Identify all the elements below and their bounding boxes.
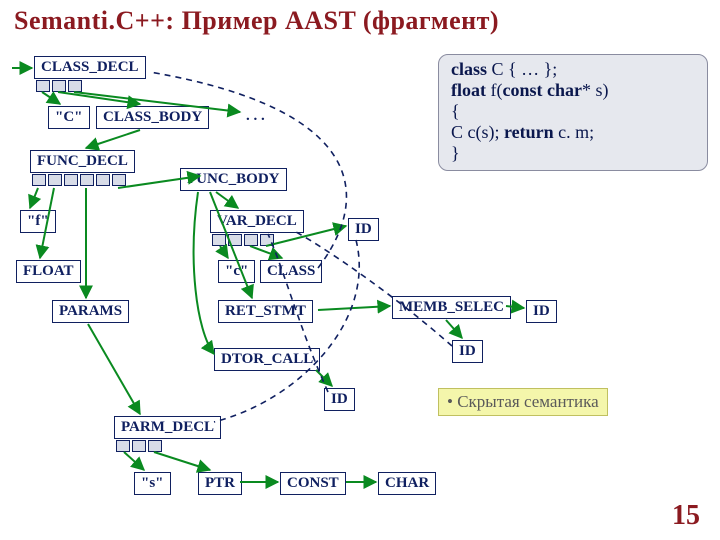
slot (64, 174, 78, 186)
page-title: Semanti.C++: Пример AAST (фрагмент) (14, 6, 499, 36)
slot (212, 234, 226, 246)
node-f-name: "f" (20, 210, 56, 233)
slot (228, 234, 242, 246)
slot (48, 174, 62, 186)
node-parm-decl: PARM_DECL (114, 416, 221, 439)
node-ret-stmt: RET_STMT (218, 300, 313, 323)
slot (116, 440, 130, 452)
slot (132, 440, 146, 452)
node-c-name: "C" (48, 106, 90, 129)
slot (96, 174, 110, 186)
slot (112, 174, 126, 186)
node-id2: ID (526, 300, 557, 323)
slot (32, 174, 46, 186)
node-class-body: CLASS_BODY (96, 106, 209, 129)
node-dtor-call: DTOR_CALL (214, 348, 320, 371)
node-ptr: PTR (198, 472, 242, 495)
node-func-body: FUNC_BODY (180, 168, 287, 191)
slot (80, 174, 94, 186)
page-number: 15 (672, 500, 700, 532)
node-var-decl: VAR_DECL (210, 210, 304, 233)
node-float: FLOAT (16, 260, 81, 283)
node-s-name: "s" (134, 472, 171, 495)
node-memb-selec: MEMB_SELEC (392, 296, 511, 319)
node-class-t: CLASS (260, 260, 322, 283)
slot (52, 80, 66, 92)
slot (244, 234, 258, 246)
node-id1: ID (348, 218, 379, 241)
node-func-decl: FUNC_DECL (30, 150, 135, 173)
node-c-var: "c" (218, 260, 255, 283)
node-char: CHAR (378, 472, 436, 495)
code-sample: class C { … }; float f(const char* s) { … (438, 54, 708, 171)
slot (36, 80, 50, 92)
hidden-semantics-note: • Скрытая семантика (438, 388, 608, 416)
slot (148, 440, 162, 452)
node-const: CONST (280, 472, 346, 495)
node-params: PARAMS (52, 300, 129, 323)
node-ellipsis: . . . (240, 106, 271, 127)
node-id4: ID (324, 388, 355, 411)
node-class-decl: CLASS_DECL (34, 56, 146, 79)
node-id3: ID (452, 340, 483, 363)
slot (68, 80, 82, 92)
slot (260, 234, 274, 246)
